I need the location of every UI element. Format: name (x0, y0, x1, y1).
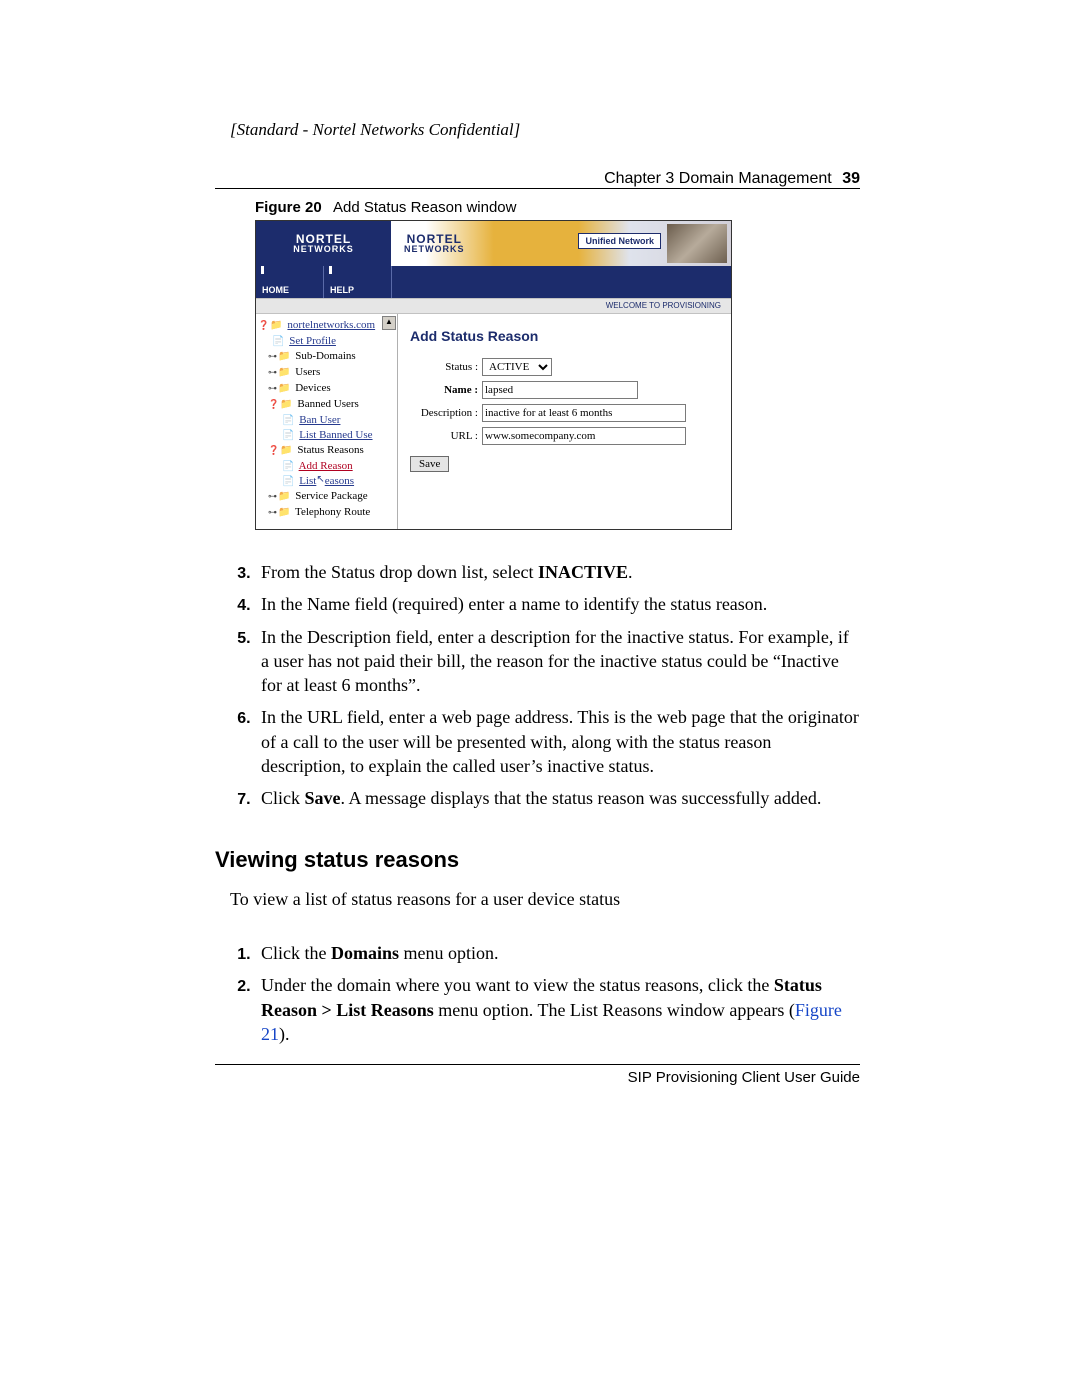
content-body: ▲ ❓📁 nortelnetworks.com 📄 Set Profile ⊶📁… (256, 314, 731, 529)
form-panel: Add Status Reason Status : ACTIVE Name :… (398, 314, 731, 529)
tree-service-package[interactable]: ⊶📁 Service Package (258, 489, 395, 505)
tree-sub-domains[interactable]: ⊶📁 Sub-Domains (258, 349, 395, 365)
nav-help[interactable]: HELP (324, 266, 392, 298)
screenshot-window: NORTEL NETWORKS NORTEL NETWORKS Unified … (255, 220, 732, 530)
tree-status-reasons[interactable]: ❓📁 Status Reasons (258, 443, 395, 459)
footer-text: SIP Provisioning Client User Guide (215, 1069, 860, 1086)
name-input[interactable] (482, 381, 638, 399)
chapter-title: Chapter 3 Domain Management (604, 170, 832, 187)
tree-users[interactable]: ⊶📁 Users (258, 365, 395, 381)
tree-telephony-route[interactable]: ⊶📁 Telephony Route (258, 505, 395, 521)
steps-list-a: From the Status drop down list, select I… (230, 560, 860, 811)
status-select[interactable]: ACTIVE (482, 358, 552, 376)
banner-row: NORTEL NETWORKS NORTEL NETWORKS Unified … (256, 221, 731, 266)
save-button[interactable]: Save (410, 456, 449, 472)
description-label: Description : (410, 407, 482, 419)
banner-right: NORTEL NETWORKS Unified Network (391, 221, 731, 266)
welcome-bar: WELCOME TO PROVISIONING (256, 298, 731, 314)
figure-caption: Figure 20 Add Status Reason window (230, 199, 860, 216)
footer-divider (215, 1064, 860, 1065)
step-6: In the URL field, enter a web page addre… (255, 705, 860, 778)
step-3: From the Status drop down list, select I… (255, 560, 860, 584)
tree-banned-users[interactable]: ❓📁 Banned Users (258, 397, 395, 413)
section-intro: To view a list of status reasons for a u… (230, 887, 860, 911)
description-input[interactable] (482, 404, 686, 422)
step-b2: Under the domain where you want to view … (255, 973, 860, 1046)
tree-list-banned[interactable]: 📄 List Banned Use (258, 428, 395, 443)
step-b1: Click the Domains menu option. (255, 941, 860, 965)
step-4: In the Name field (required) enter a nam… (255, 592, 860, 616)
step-5: In the Description field, enter a descri… (255, 625, 860, 698)
steps-list-b: Click the Domains menu option. Under the… (230, 941, 860, 1046)
url-label: URL : (410, 430, 482, 442)
tree-add-reason[interactable]: 📄 Add Reason (258, 459, 395, 474)
tree-panel: ▲ ❓📁 nortelnetworks.com 📄 Set Profile ⊶📁… (256, 314, 398, 529)
tree-root[interactable]: ❓📁 nortelnetworks.com (258, 318, 395, 334)
header-divider (215, 188, 860, 189)
nav-home[interactable]: HOME (256, 266, 324, 298)
tree-list-reasons[interactable]: 📄 List↖easons (258, 474, 395, 489)
step-7: Click Save. A message displays that the … (255, 786, 860, 810)
cursor-icon: ↖ (316, 472, 324, 487)
nav-home-label: HOME (262, 285, 289, 295)
banner-left: NORTEL NETWORKS (256, 221, 391, 266)
figure-label: Figure 20 (255, 199, 322, 216)
tree-devices[interactable]: ⊶📁 Devices (258, 381, 395, 397)
chapter-header: Chapter 3 Domain Management 39 (215, 170, 860, 188)
section-heading: Viewing status reasons (215, 847, 860, 873)
figure-title: Add Status Reason window (333, 199, 516, 216)
form-title: Add Status Reason (410, 328, 719, 344)
status-label: Status : (410, 361, 482, 373)
unified-network-badge: Unified Network (578, 233, 661, 249)
nav-spacer (392, 266, 731, 298)
page-number: 39 (842, 170, 860, 187)
logo-sub-right: NETWORKS (404, 245, 465, 254)
confidential-notice: [Standard - Nortel Networks Confidential… (230, 120, 860, 140)
name-label: Name : (410, 384, 482, 396)
tree-ban-user[interactable]: 📄 Ban User (258, 413, 395, 428)
nav-help-label: HELP (330, 285, 354, 295)
url-input[interactable] (482, 427, 686, 445)
tree-set-profile[interactable]: 📄 Set Profile (258, 334, 395, 349)
banner-photo (667, 224, 727, 263)
logo-sub-left: NETWORKS (293, 245, 354, 254)
nav-bar: HOME HELP (256, 266, 731, 298)
scroll-up-icon[interactable]: ▲ (382, 316, 396, 330)
